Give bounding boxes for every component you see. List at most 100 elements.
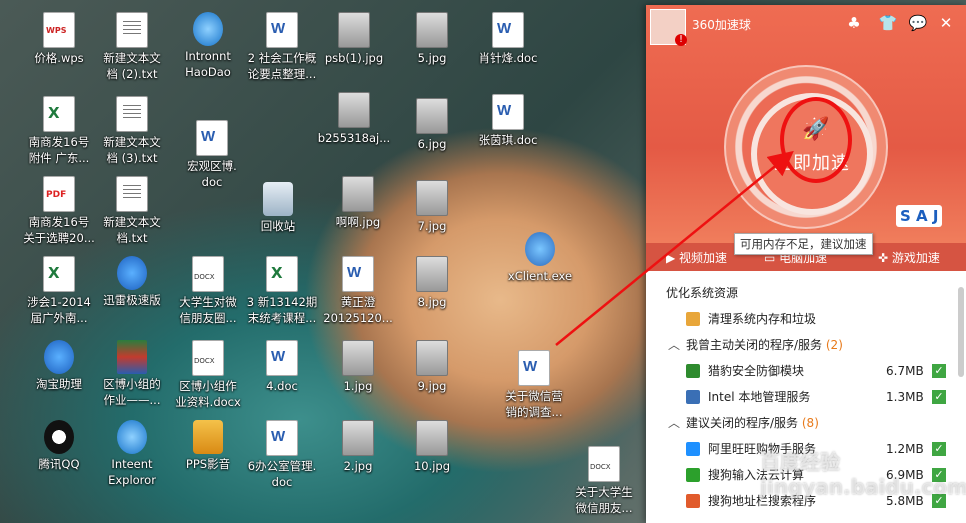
- desktop-icon[interactable]: 价格.wps: [17, 12, 101, 66]
- doc-file-icon: [342, 256, 374, 292]
- close-icon[interactable]: ✕: [936, 13, 956, 33]
- memory-tooltip: 可用内存不足，建议加速: [734, 233, 873, 255]
- wps-file-icon: [43, 12, 75, 48]
- tab-game[interactable]: ✜ 游戏加速: [878, 249, 940, 266]
- desktop-icon[interactable]: 3 新13142期 末统考课程...: [240, 256, 324, 326]
- desktop-icon-label: 3 新13142期 末统考课程...: [246, 295, 318, 325]
- docx-file-icon: [192, 340, 224, 376]
- desktop-icon-label: 啊啊.jpg: [335, 215, 381, 229]
- jpg-file-icon: [416, 256, 448, 292]
- program-icon: [686, 390, 700, 404]
- shirt-icon[interactable]: 👕: [878, 13, 898, 33]
- desktop-icon[interactable]: 10.jpg: [390, 420, 474, 474]
- desktop-icon-label: 南商发16号 附件 广东...: [28, 135, 90, 165]
- desktop-icon[interactable]: 腾讯QQ: [17, 420, 101, 472]
- doc-file-icon: [266, 340, 298, 376]
- program-size: 1.3MB: [886, 390, 924, 404]
- chevron-up-icon: ︿: [668, 338, 681, 352]
- txt-file-icon: [116, 176, 148, 212]
- desktop-icon[interactable]: 张茵琪.doc: [466, 94, 550, 148]
- program-checkbox[interactable]: ✓: [932, 390, 946, 404]
- desktop-icon[interactable]: 8.jpg: [390, 256, 474, 310]
- desktop-icon[interactable]: 新建文本文 档 (3).txt: [90, 96, 174, 166]
- jpg-file-icon: [416, 420, 448, 456]
- program-row[interactable]: 猎豹安全防御模块 6.7MB ✓: [646, 358, 966, 384]
- xls-file-icon: [266, 256, 298, 292]
- jpg-file-icon: [342, 340, 374, 376]
- desktop-icon-label: 7.jpg: [417, 219, 447, 233]
- user-avatar[interactable]: [650, 9, 687, 46]
- sogou-logo-text: S A J: [900, 207, 939, 225]
- desktop-icon-label: PPS影音: [185, 457, 231, 471]
- doc-file-icon: [518, 350, 550, 386]
- desktop-icon[interactable]: Inteent Exploror: [90, 420, 174, 488]
- clean-item-row[interactable]: 清理系统内存和垃圾: [646, 306, 966, 332]
- desktop-icon[interactable]: 大学生对微 信朋友圈...: [166, 256, 250, 326]
- jpg-file-icon: [338, 12, 370, 48]
- desktop-icon[interactable]: Intronnt HaoDao: [166, 12, 250, 80]
- desktop-icon[interactable]: 1.jpg: [316, 340, 400, 394]
- desktop-icon[interactable]: 6.jpg: [390, 98, 474, 152]
- desktop-icon[interactable]: PPS影音: [166, 420, 250, 472]
- desktop-icon[interactable]: 区博小组的 作业——...: [90, 340, 174, 408]
- net-file-icon: [525, 232, 555, 266]
- desktop-icon[interactable]: 黄正澄 20125120...: [316, 256, 400, 326]
- app-file-icon: [117, 256, 147, 290]
- tab-video[interactable]: ▶ 视频加速: [666, 249, 727, 266]
- desktop-icon-label: 回收站: [260, 219, 296, 233]
- suggest-group-count: (8): [801, 416, 819, 430]
- jpg-file-icon: [416, 180, 448, 216]
- desktop-icon[interactable]: 2.jpg: [316, 420, 400, 474]
- highlight-circle: [780, 97, 852, 183]
- doc-file-icon: [492, 12, 524, 48]
- desktop-icon[interactable]: 6办公室管理. doc: [240, 420, 324, 490]
- desktop-icon-label: 区博小组的 作业——...: [103, 377, 161, 407]
- desktop-icon[interactable]: psb(1).jpg: [312, 12, 396, 66]
- program-icon: [686, 364, 700, 378]
- desktop-icon[interactable]: xClient.exe: [498, 232, 582, 284]
- books-file-icon: [117, 340, 147, 374]
- desktop-icon[interactable]: 南商发16号 附件 广东...: [17, 96, 101, 166]
- desktop-icon-label: 张茵琪.doc: [478, 133, 538, 147]
- desktop-icon[interactable]: 宏观区博. doc: [170, 120, 254, 190]
- jpg-file-icon: [416, 12, 448, 48]
- desktop-icon-label: 6.jpg: [417, 137, 447, 151]
- doc-file-icon: [196, 120, 228, 156]
- desktop-icon[interactable]: 关于微信营 销的调查...: [492, 350, 576, 420]
- desktop-icon[interactable]: 肖针烽.doc: [466, 12, 550, 66]
- sogou-logo: S A J: [896, 205, 943, 227]
- chat-icon[interactable]: 💬: [908, 13, 928, 33]
- desktop-icon[interactable]: 回收站: [236, 182, 320, 234]
- fireworks-icon[interactable]: ♣: [844, 13, 864, 33]
- desktop-icon[interactable]: 迅雷极速版: [90, 256, 174, 308]
- desktop-icon[interactable]: b255318aj...: [312, 92, 396, 146]
- desktop-icon[interactable]: 5.jpg: [390, 12, 474, 66]
- desktop-icon[interactable]: 9.jpg: [390, 340, 474, 394]
- suggest-group-label: 建议关闭的程序/服务 (8): [686, 410, 819, 436]
- xls-file-icon: [43, 256, 75, 292]
- desktop-icon-label: 大学生对微 信朋友圈...: [179, 295, 237, 325]
- desktop-icon[interactable]: 淘宝助理: [17, 340, 101, 392]
- desktop-icon[interactable]: 涉会1-2014 届广外南...: [17, 256, 101, 326]
- docx-file-icon: [192, 256, 224, 292]
- closed-group[interactable]: ︿ 我曾主动关闭的程序/服务 (2): [646, 332, 966, 358]
- desktop-icon-label: 10.jpg: [413, 459, 451, 473]
- suggest-group[interactable]: ︿ 建议关闭的程序/服务 (8): [646, 410, 966, 436]
- program-icon: [686, 468, 700, 482]
- desktop-icon[interactable]: 新建文本文 档.txt: [90, 176, 174, 246]
- desktop-icon[interactable]: 关于大学生 微信朋友...: [562, 446, 646, 516]
- desktop-icon[interactable]: 啊啊.jpg: [316, 176, 400, 230]
- desktop-icon[interactable]: 南商发16号 关于选聘20...: [17, 176, 101, 246]
- scrollbar[interactable]: [958, 287, 964, 377]
- desktop-icon-label: 黄正澄 20125120...: [323, 295, 393, 325]
- app-file-icon: [44, 340, 74, 374]
- jpg-file-icon: [342, 420, 374, 456]
- program-row[interactable]: Intel 本地管理服务 1.3MB ✓: [646, 384, 966, 410]
- desktop-icon-label: 涉会1-2014 届广外南...: [27, 295, 91, 325]
- desktop-icon[interactable]: 4.doc: [240, 340, 324, 394]
- desktop-icon[interactable]: 新建文本文 档 (2).txt: [90, 12, 174, 82]
- desktop-icon[interactable]: 区博小组作 业资料.docx: [166, 340, 250, 410]
- desktop-icon[interactable]: 7.jpg: [390, 180, 474, 234]
- program-checkbox[interactable]: ✓: [932, 364, 946, 378]
- program-icon: [686, 442, 700, 456]
